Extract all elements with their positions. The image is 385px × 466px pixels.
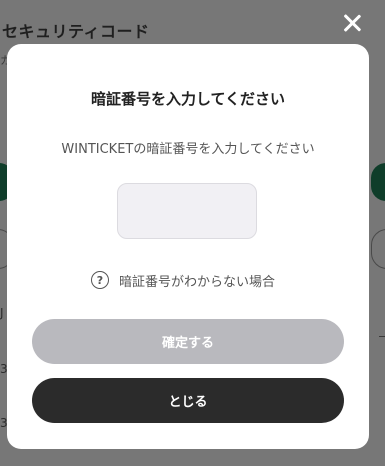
pin-code-input[interactable] [117, 183, 257, 239]
dialog-title: 暗証番号を入力してください [90, 90, 286, 108]
dialog-description: WINTICKETの暗証番号を入力してください [61, 142, 315, 157]
background-divider [379, 336, 385, 337]
background-green-pill-right [371, 163, 385, 201]
forgot-pin-label: 暗証番号がわからない場合 [119, 274, 276, 290]
confirm-button[interactable]: 確定する [32, 319, 344, 364]
close-icon[interactable] [341, 12, 363, 34]
background-letter: J [0, 306, 4, 320]
question-icon: ? [91, 271, 109, 289]
background-page-title: セキュリティコード [2, 22, 150, 41]
background-outline-pill-right [371, 229, 385, 269]
forgot-pin-link[interactable]: ? 暗証番号がわからない場合 [91, 270, 275, 290]
close-button[interactable]: とじる [32, 378, 344, 423]
pin-code-dialog: 暗証番号を入力してください WINTICKETの暗証番号を入力してください ? … [7, 44, 369, 449]
